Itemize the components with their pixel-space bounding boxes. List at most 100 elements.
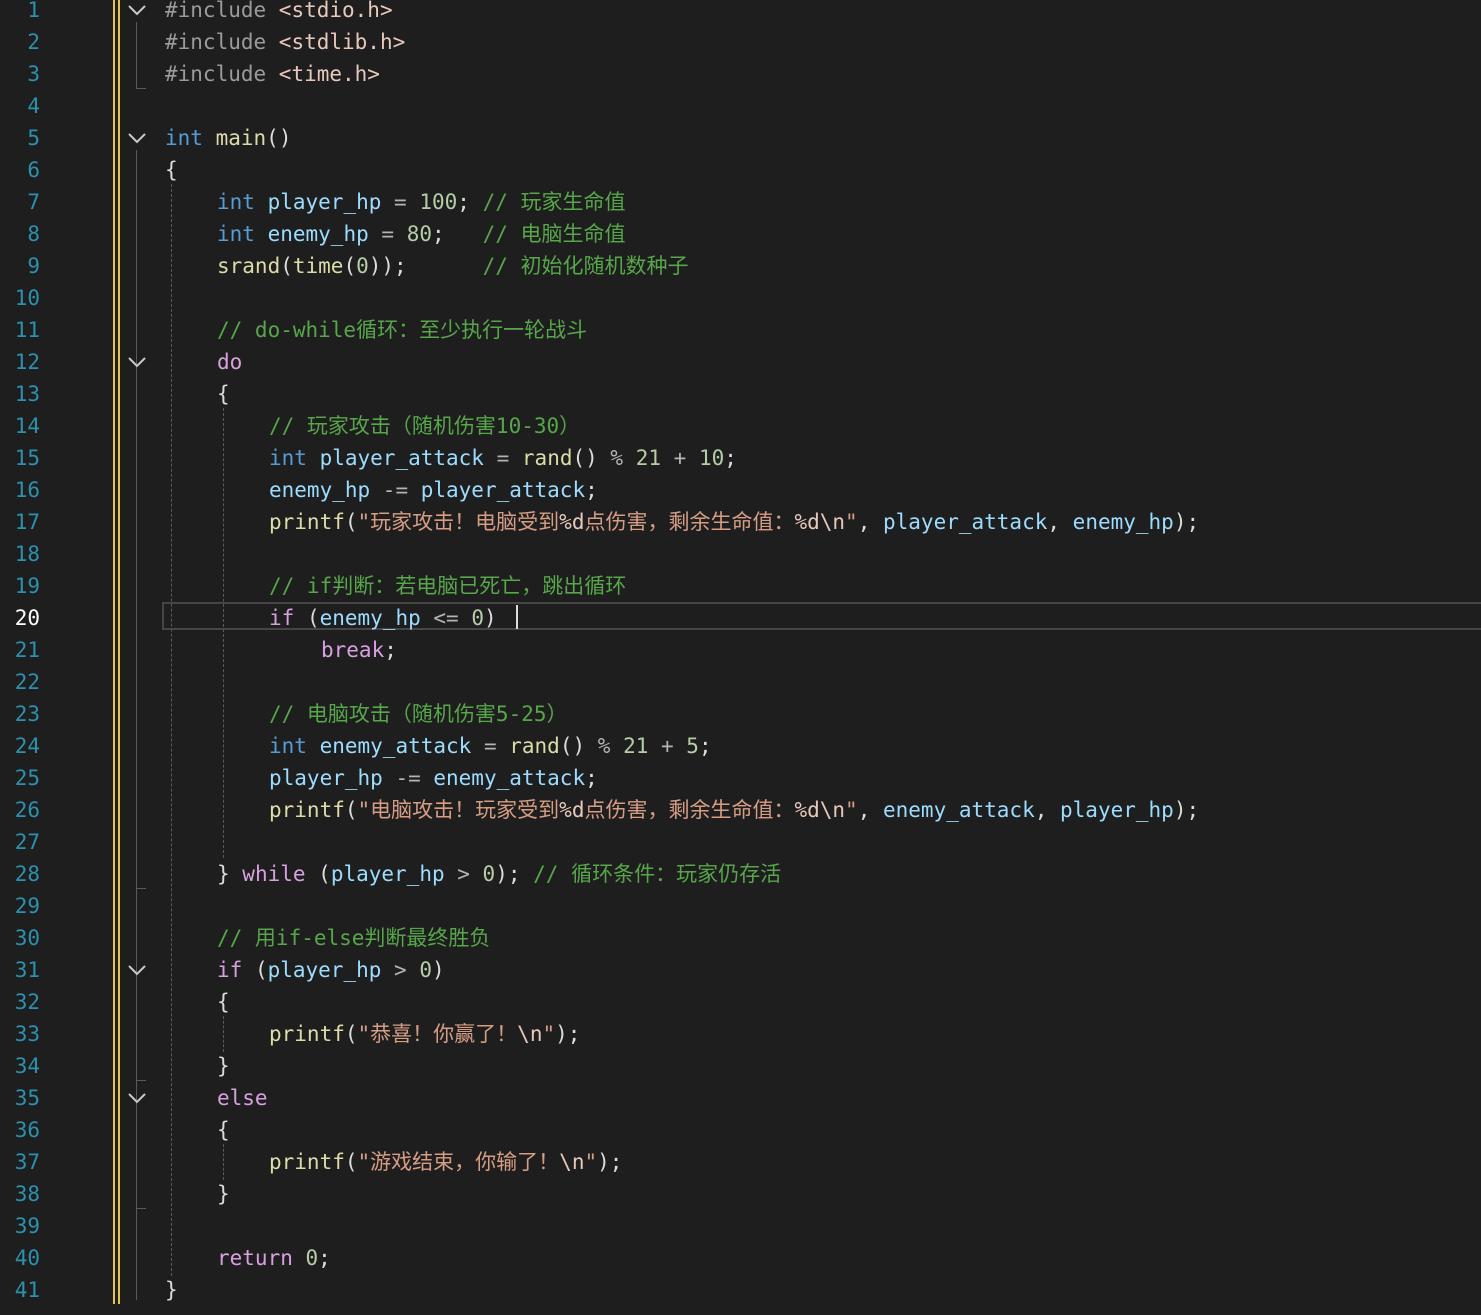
code-token: rand — [509, 734, 560, 758]
chevron-down-icon[interactable] — [126, 127, 148, 149]
code-token: , — [857, 798, 883, 822]
code-token: #include — [165, 0, 279, 22]
line-number: 34 — [14, 1054, 40, 1078]
code-line[interactable]: printf("恭喜！你赢了！\n"); — [269, 1018, 580, 1050]
code-token: ; — [384, 638, 397, 662]
change-indicator-inner — [115, 0, 118, 1304]
code-token: player_hp — [330, 862, 445, 886]
code-line[interactable]: do — [217, 346, 242, 378]
code-token: printf — [269, 1022, 345, 1046]
code-token: main — [215, 126, 267, 150]
code-line[interactable]: printf("玩家攻击！电脑受到%d点伤害，剩余生命值：%d\n", play… — [269, 506, 1199, 538]
code-token: // 电脑攻击（随机伤害5-25） — [269, 702, 568, 726]
code-token: <stdlib.h> — [278, 30, 406, 54]
code-token: () — [572, 446, 598, 470]
code-line[interactable]: return 0; — [217, 1242, 331, 1274]
code-token: + — [661, 446, 699, 470]
code-line[interactable]: // if判断：若电脑已死亡，跳出循环 — [269, 570, 626, 602]
code-line[interactable]: int player_hp = 100; // 玩家生命值 — [217, 186, 626, 218]
code-token: { — [217, 990, 230, 1014]
indent-guide — [171, 184, 172, 1276]
code-token: if — [217, 958, 243, 982]
chevron-down-icon[interactable] — [126, 351, 148, 373]
code-line[interactable]: } — [165, 1274, 178, 1306]
code-token: ); — [1173, 510, 1200, 534]
code-line[interactable]: #include <time.h> — [165, 58, 380, 90]
code-line[interactable]: } — [217, 1178, 230, 1210]
code-token: 点伤害，剩余生命值： — [584, 510, 795, 534]
code-token: else — [217, 1086, 268, 1110]
code-token: ( — [344, 1150, 358, 1174]
code-token: <= — [420, 606, 472, 630]
chevron-down-icon[interactable] — [126, 0, 148, 21]
code-token: int — [269, 734, 307, 758]
code-line[interactable]: int enemy_attack = rand() % 21 + 5; — [269, 730, 712, 762]
code-editor[interactable]: 1 2 3 4 5 6 7 8 9 10 11 12 13 14 15 16 17 18 19 20 21 22 23 24 2… — [0, 0, 1481, 1315]
fold-region-line — [136, 1110, 137, 1208]
code-line[interactable]: // 用if-else判断最终胜负 — [217, 922, 490, 954]
code-token: ) — [431, 958, 445, 982]
code-line[interactable]: enemy_hp -= player_attack; — [269, 474, 598, 506]
line-number: 16 — [14, 478, 40, 502]
code-line[interactable]: srand(time(0)); // 初始化随机数种子 — [217, 250, 689, 282]
code-token: 0 — [471, 606, 484, 630]
code-line[interactable]: { — [217, 986, 230, 1018]
code-token: player_attack — [420, 478, 586, 502]
line-number: 23 — [14, 702, 40, 726]
line-number: 41 — [14, 1278, 40, 1302]
code-token: 21 — [635, 446, 662, 470]
code-token: %d — [559, 798, 585, 822]
line-number: 4 — [27, 94, 40, 118]
code-token: \n — [517, 1022, 543, 1046]
code-line[interactable]: { — [217, 1114, 230, 1146]
code-line[interactable]: player_hp -= enemy_attack; — [269, 762, 598, 794]
code-token: ; — [585, 478, 598, 502]
code-line[interactable]: if (enemy_hp <= 0) — [269, 602, 497, 634]
fold-region-line — [136, 22, 137, 88]
code-token: ( — [294, 606, 320, 630]
code-line[interactable]: #include <stdlib.h> — [165, 26, 405, 58]
code-token: )); — [368, 254, 483, 278]
code-line[interactable]: break; — [321, 634, 397, 666]
code-line[interactable]: { — [165, 154, 178, 186]
code-line[interactable]: // do-while循环：至少执行一轮战斗 — [217, 314, 587, 346]
line-number: 21 — [14, 638, 40, 662]
chevron-down-icon[interactable] — [126, 1087, 148, 1109]
code-line[interactable]: int main() — [165, 122, 291, 154]
code-line[interactable]: int player_attack = rand() % 21 + 10; — [269, 442, 737, 474]
code-token: } — [165, 1278, 178, 1302]
code-line[interactable]: printf("游戏结束，你输了！\n"); — [269, 1146, 622, 1178]
code-token: 0 — [419, 958, 432, 982]
code-line[interactable]: { — [217, 378, 230, 410]
code-line[interactable]: int enemy_hp = 80; // 电脑生命值 — [217, 218, 626, 250]
line-number: 36 — [14, 1118, 40, 1142]
code-token: ( — [344, 510, 358, 534]
code-token: <time.h> — [278, 62, 380, 86]
line-number: 29 — [14, 894, 40, 918]
code-token: int — [217, 190, 255, 214]
code-token: ; — [724, 446, 737, 470]
code-token: } — [217, 1054, 230, 1078]
code-line[interactable]: else — [217, 1082, 268, 1114]
code-token: + — [648, 734, 687, 758]
text-caret — [516, 605, 518, 629]
code-line[interactable]: if (player_hp > 0) — [217, 954, 445, 986]
line-number: 8 — [27, 222, 40, 246]
code-token: 10 — [698, 446, 725, 470]
line-number: 10 — [14, 286, 40, 310]
chevron-down-icon[interactable] — [126, 959, 148, 981]
code-line[interactable]: } — [217, 1050, 230, 1082]
line-number: 26 — [14, 798, 40, 822]
code-token: player_hp — [1060, 798, 1174, 822]
code-line[interactable]: #include <stdio.h> — [165, 0, 393, 26]
code-line[interactable]: printf("电脑攻击！玩家受到%d点伤害，剩余生命值：%d\n", enem… — [269, 794, 1199, 826]
code-line[interactable]: // 玩家攻击（随机伤害10-30） — [269, 410, 580, 442]
line-number: 19 — [14, 574, 40, 598]
fold-region-end — [136, 888, 146, 889]
code-line[interactable]: // 电脑攻击（随机伤害5-25） — [269, 698, 568, 730]
code-line[interactable]: } while (player_hp > 0); // 循环条件：玩家仍存活 — [217, 858, 781, 890]
code-token: % — [597, 446, 636, 470]
